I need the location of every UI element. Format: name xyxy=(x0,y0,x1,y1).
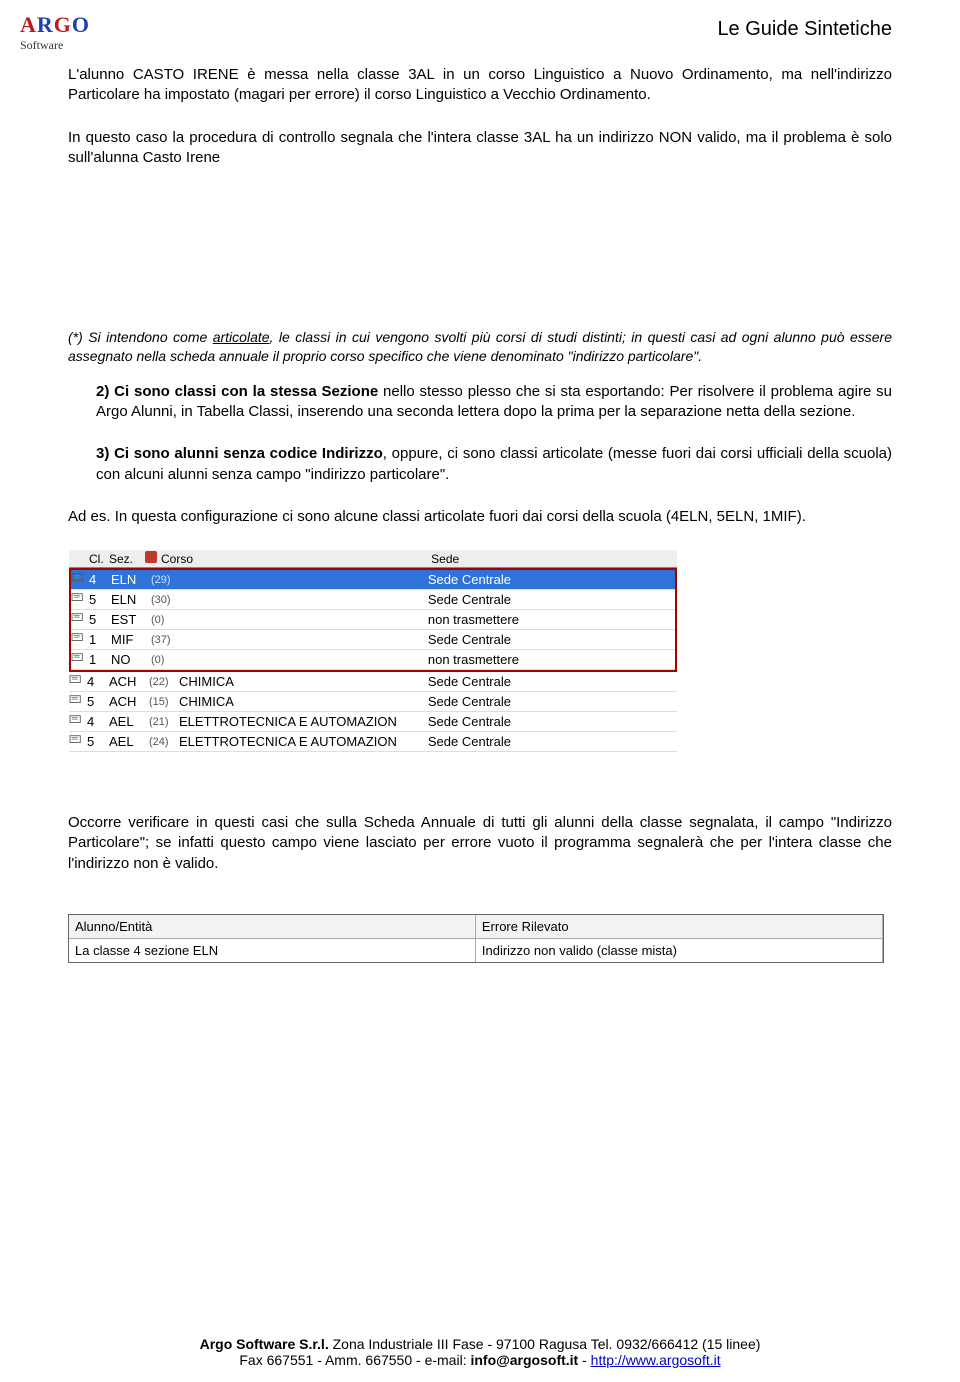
cell-corso: ELETTROTECNICA E AUTOMAZION xyxy=(179,734,428,749)
err-cell-1: La classe 4 sezione ELN xyxy=(69,939,476,962)
cell-count: (0) xyxy=(151,654,181,666)
cell-sez: AEL xyxy=(109,734,149,749)
class-icon xyxy=(71,652,89,667)
footer: Argo Software S.r.l. Zona Industriale II… xyxy=(0,1336,960,1368)
logo-subtitle: Software xyxy=(20,38,90,53)
err-cell-2: Indirizzo non valido (classe mista) xyxy=(476,939,883,962)
class-icon xyxy=(69,674,87,689)
classes-table: Cl. Sez. Corso Sede 4ELN(29)Sede Central… xyxy=(68,549,678,753)
cell-sede: non trasmettere xyxy=(428,652,675,667)
cell-corso: CHIMICA xyxy=(179,674,428,689)
cell-sez: ACH xyxy=(109,674,149,689)
cell-sede: Sede Centrale xyxy=(428,714,677,729)
error-table-row: La classe 4 sezione ELN Indirizzo non va… xyxy=(69,939,883,962)
cell-sez: AEL xyxy=(109,714,149,729)
list-item-3: 3) Ci sono alunni senza codice Indirizzo… xyxy=(68,444,892,485)
footnote-prefix: (*) Si intendono come xyxy=(68,329,213,345)
class-icon xyxy=(71,632,89,647)
class-icon xyxy=(69,734,87,749)
cell-sede: non trasmettere xyxy=(428,612,675,627)
cell-count: (0) xyxy=(151,614,181,626)
cell-count: (29) xyxy=(151,574,181,586)
cell-sez: NO xyxy=(111,652,151,667)
header-cl: Cl. xyxy=(87,552,109,566)
err-header-1: Alunno/Entità xyxy=(69,915,476,939)
paragraph-verify: Occorre verificare in questi casi che su… xyxy=(68,813,892,874)
cell-sede: Sede Centrale xyxy=(428,572,675,587)
table-row[interactable]: 4AEL(21)ELETTROTECNICA E AUTOMAZIONSede … xyxy=(69,712,677,732)
cell-sez: ACH xyxy=(109,694,149,709)
footnote-articolate: (*) Si intendono come articolate, le cla… xyxy=(68,328,892,366)
footer-line-2: Fax 667551 - Amm. 667550 - e-mail: info@… xyxy=(0,1352,960,1368)
cell-sede: Sede Centrale xyxy=(428,694,677,709)
list-item-2: 2) Ci sono classi con la stessa Sezione … xyxy=(68,382,892,423)
footnote-underline: articolate xyxy=(213,329,270,345)
paragraph-example: Ad es. In questa configurazione ci sono … xyxy=(68,507,892,527)
cell-cl: 5 xyxy=(87,694,109,709)
class-icon xyxy=(69,714,87,729)
cell-corso: ELETTROTECNICA E AUTOMAZION xyxy=(179,714,428,729)
list-item-2-bold: 2) Ci sono classi con la stessa Sezione xyxy=(96,383,378,400)
logo: ARGO Software xyxy=(20,12,90,53)
cell-count: (22) xyxy=(149,676,179,688)
class-icon xyxy=(71,612,89,627)
cell-cl: 5 xyxy=(89,612,111,627)
header-corso: Corso xyxy=(161,552,431,566)
error-table-header: Alunno/Entità Errore Rilevato xyxy=(69,915,883,939)
table-row[interactable]: 5EST(0) non trasmettere xyxy=(71,610,675,630)
table-row[interactable]: 1NO(0) non trasmettere xyxy=(71,650,675,670)
class-icon xyxy=(69,694,87,709)
footer-sep: - xyxy=(578,1352,590,1368)
err-header-2: Errore Rilevato xyxy=(476,915,883,939)
footer-email: info@argosoft.it xyxy=(470,1352,578,1368)
cell-count: (21) xyxy=(149,716,179,728)
people-icon xyxy=(145,551,157,566)
cell-count: (30) xyxy=(151,594,181,606)
header-sede: Sede xyxy=(431,552,677,566)
cell-sez: ELN xyxy=(111,592,151,607)
table-row[interactable]: 4ELN(29) Sede Centrale xyxy=(71,570,675,590)
cell-sez: ELN xyxy=(111,572,151,587)
footer-line-1: Argo Software S.r.l. Zona Industriale II… xyxy=(0,1336,960,1352)
cell-cl: 1 xyxy=(89,632,111,647)
page-header: Le Guide Sintetiche xyxy=(68,18,892,41)
list-item-3-bold: 3) Ci sono alunni senza codice Indirizzo xyxy=(96,445,383,462)
cell-cl: 4 xyxy=(87,714,109,729)
cell-count: (24) xyxy=(149,736,179,748)
cell-sez: EST xyxy=(111,612,151,627)
cell-cl: 5 xyxy=(87,734,109,749)
table-header: Cl. Sez. Corso Sede xyxy=(69,550,677,568)
paragraph-2: In questo caso la procedura di controllo… xyxy=(68,128,892,169)
cell-cl: 1 xyxy=(89,652,111,667)
table-row[interactable]: 1MIF(37) Sede Centrale xyxy=(71,630,675,650)
class-icon xyxy=(71,592,89,607)
cell-cl: 4 xyxy=(87,674,109,689)
header-sez: Sez. xyxy=(109,552,145,566)
cell-corso: CHIMICA xyxy=(179,694,428,709)
logo-text: ARGO xyxy=(20,12,90,38)
footer-url[interactable]: http://www.argosoft.it xyxy=(591,1352,721,1368)
cell-cl: 4 xyxy=(89,572,111,587)
table-row[interactable]: 5ELN(30) Sede Centrale xyxy=(71,590,675,610)
cell-sede: Sede Centrale xyxy=(428,674,677,689)
footer-fax: Fax 667551 - Amm. 667550 - e-mail: xyxy=(239,1352,470,1368)
class-icon xyxy=(71,572,89,587)
cell-sede: Sede Centrale xyxy=(428,592,675,607)
cell-count: (15) xyxy=(149,696,179,708)
table-row[interactable]: 5ACH(15)CHIMICASede Centrale xyxy=(69,692,677,712)
footer-address: Zona Industriale III Fase - 97100 Ragusa… xyxy=(329,1336,761,1352)
cell-count: (37) xyxy=(151,634,181,646)
paragraph-1: L'alunno CASTO IRENE è messa nella class… xyxy=(68,65,892,106)
cell-cl: 5 xyxy=(89,592,111,607)
table-row[interactable]: 5AEL(24)ELETTROTECNICA E AUTOMAZIONSede … xyxy=(69,732,677,752)
cell-sede: Sede Centrale xyxy=(428,734,677,749)
footer-company: Argo Software S.r.l. xyxy=(200,1336,329,1352)
error-table: Alunno/Entità Errore Rilevato La classe … xyxy=(68,914,884,963)
cell-sede: Sede Centrale xyxy=(428,632,675,647)
cell-sez: MIF xyxy=(111,632,151,647)
table-row[interactable]: 4ACH(22)CHIMICASede Centrale xyxy=(69,672,677,692)
